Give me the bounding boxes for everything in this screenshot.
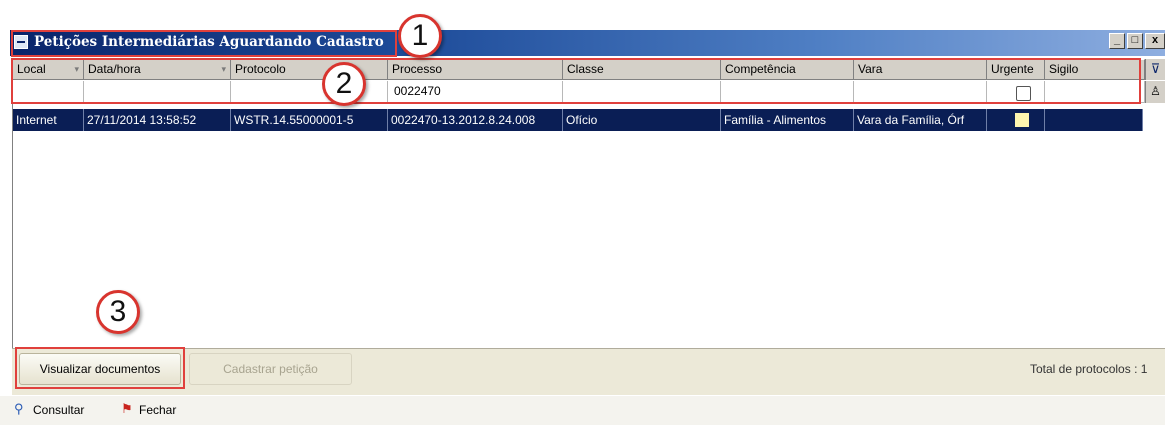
cell-data-hora: 27/11/2014 13:58:52 bbox=[84, 109, 231, 131]
filter-icon[interactable]: ⊽ bbox=[1145, 59, 1165, 80]
binoculars-icon[interactable]: ⚲ bbox=[14, 401, 24, 417]
close-button[interactable]: x bbox=[1145, 33, 1165, 49]
cell-vara: Vara da Família, Órf bbox=[854, 109, 987, 131]
door-exit-icon[interactable]: ⚑ bbox=[121, 401, 133, 417]
cell-competencia: Família - Alimentos bbox=[721, 109, 854, 131]
urgente-checkbox[interactable] bbox=[1015, 113, 1029, 127]
annotation-callout-1: 1 bbox=[398, 14, 442, 58]
restore-button[interactable]: □ bbox=[1127, 33, 1143, 49]
consultar-link[interactable]: Consultar bbox=[33, 403, 84, 417]
cadastrar-peticao-button[interactable]: Cadastrar petição bbox=[189, 353, 352, 385]
annotation-box-filter bbox=[11, 58, 1141, 104]
annotation-callout-3: 3 bbox=[96, 290, 140, 334]
cell-sigilo bbox=[1045, 109, 1143, 131]
clear-filter-icon[interactable]: ♙ bbox=[1145, 81, 1165, 103]
total-protocolos-label: Total de protocolos : 1 bbox=[1030, 362, 1148, 376]
minimize-button[interactable]: _ bbox=[1109, 33, 1125, 49]
cell-protocolo: WSTR.14.55000001-5 bbox=[231, 109, 388, 131]
annotation-callout-2: 2 bbox=[322, 62, 366, 106]
cell-processo: 0022470-13.2012.8.24.008 bbox=[388, 109, 563, 131]
cell-local: Internet bbox=[13, 109, 84, 131]
annotation-box-visualizar bbox=[15, 347, 185, 389]
cell-classe: Ofício bbox=[563, 109, 721, 131]
annotation-box-title bbox=[11, 30, 397, 57]
fechar-link[interactable]: Fechar bbox=[139, 403, 176, 417]
